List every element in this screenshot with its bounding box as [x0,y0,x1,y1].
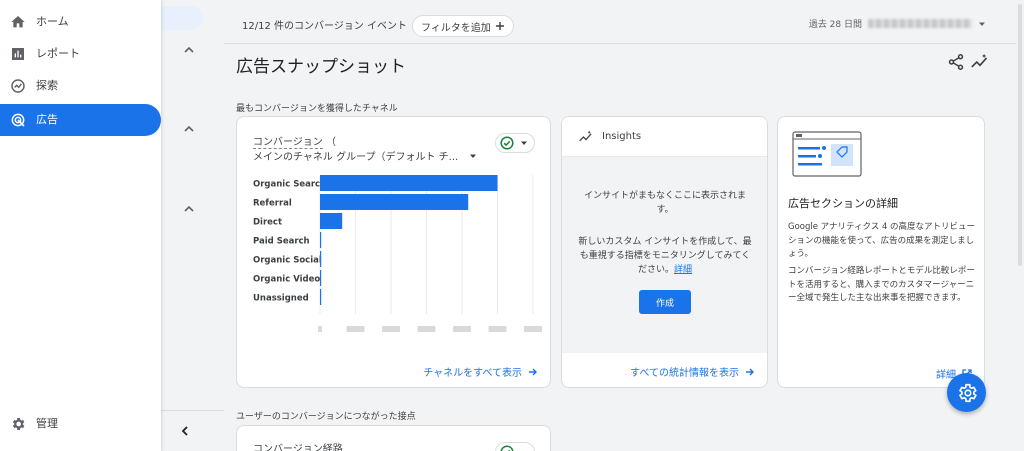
advertising-icon [11,113,25,127]
bar[interactable] [320,251,322,267]
category-label: Direct [253,218,282,228]
ad-section-paragraph-2: コンバージョン経路レポートとモデル比較レポートを活用すると、購入までのカスタマー… [788,266,975,303]
section-label-channels: 最もコンバージョンを獲得したチャネル [236,104,398,114]
insights-title: Insights [602,131,642,142]
divider [161,410,224,411]
share-icon[interactable] [947,53,965,71]
redacted-date-text [868,19,972,28]
secondary-nav-highlight [161,6,203,30]
nav-item-label: ホーム [36,15,69,28]
home-icon [11,16,25,28]
add-filter-button[interactable]: フィルタを追加 [412,15,514,37]
metric-suffix: （ [326,137,336,148]
insights-detail-link[interactable]: 詳細 [674,265,692,275]
collapse-chevron-icon[interactable] [179,425,191,437]
nav-item-label: レポート [36,47,80,60]
nav-item-reports[interactable]: レポート [0,38,161,70]
view-all-insights-label: すべての統計情報を表示 [630,368,739,379]
dropdown-arrow-icon [470,154,477,158]
chart-metric-title[interactable]: コンバージョン （ [253,133,336,149]
category-label: Organic Social [253,256,322,266]
redacted-tick-label [382,326,400,332]
insights-icon [579,130,592,141]
date-range-selector[interactable]: 過去 28 日間 [809,17,986,30]
conversion-path-card: コンバージョン経路 [236,425,551,451]
bar[interactable] [320,213,343,229]
bar[interactable] [320,289,322,305]
gear-icon [12,418,25,430]
ad-section-details-card: 広告セクションの詳細 Google アナリティクス 4 の高度なアトリビューショ… [777,116,985,388]
insights-prompt-text: 新しいカスタム インサイトを作成して、最も重視する指標をモニタリングしてみてくだ… [578,237,752,275]
chevron-up-icon[interactable] [183,123,195,135]
category-label: Organic Search [253,180,326,190]
gear-icon [958,383,977,402]
date-range-label: 過去 28 日間 [808,20,862,30]
arrow-right-icon [746,368,754,375]
data-quality-button[interactable] [495,442,535,451]
category-label: Organic Video [253,275,320,285]
ad-illustration-icon [792,131,862,177]
chevron-up-icon[interactable] [183,44,195,56]
redacted-tick-label [417,326,436,332]
insights-card: Insights インサイトがまもなくここに表示されます。 新しいカスタム イン… [561,116,768,388]
arrow-right-icon [529,368,537,375]
category-label: Referral [253,199,292,209]
chevron-up-icon[interactable] [183,203,195,215]
redacted-tick-label [318,326,322,332]
insights-coming-soon-text: インサイトがまもなくここに表示されます。 [583,191,746,215]
floating-help-button[interactable] [947,373,986,412]
check-circle-icon [500,445,514,451]
chart-dimension-selector[interactable]: メインのチャネル グループ（デフォルト チ... [253,148,477,163]
scrollbar-thumb[interactable] [1018,4,1022,266]
redacted-tick-label [346,326,365,332]
reports-icon [12,48,24,60]
view-all-channels-link[interactable]: チャネルをすべて表示 [423,364,538,379]
view-all-channels-label: チャネルをすべて表示 [423,368,522,379]
nav-item-label: 広告 [36,113,58,126]
dropdown-arrow-icon [979,22,985,26]
nav-item-home[interactable]: ホーム [0,6,161,38]
insights-create-prompt: 新しいカスタム インサイトを作成して、最も重視する指標をモニタリングしてみてくだ… [576,235,754,277]
left-navigation: ホーム レポート 探索 広告 管理 [0,0,161,451]
category-label: Unassigned [253,294,309,304]
conversion-event-selector[interactable]: 12/12 件のコンバージョン イベント [242,17,419,32]
insights-icon[interactable] [970,53,990,71]
explore-icon [11,79,25,93]
insights-header: Insights [562,117,767,157]
redacted-tick-label [524,326,542,332]
ad-section-paragraph-1: Google アナリティクス 4 の高度なアトリビューションの機能を使って、広告… [788,222,976,259]
ad-section-title: 広告セクションの詳細 [788,197,898,210]
insights-body: インサイトがまもなくここに表示されます。 新しいカスタム インサイトを作成して、… [562,157,767,353]
dimension-label: メインのチャネル グループ（デフォルト チ... [253,152,459,163]
check-circle-icon [500,136,514,150]
nav-item-label: 探索 [36,79,58,92]
page-title: 広告スナップショット [236,57,406,77]
secondary-nav-strip [161,0,224,451]
bar[interactable] [320,175,498,191]
conversion-path-title: コンバージョン経路 [253,444,343,451]
data-quality-button[interactable] [495,133,535,153]
conversion-selector-label: 12/12 件のコンバージョン イベント [242,21,407,32]
top-channels-card: コンバージョン （ メインのチャネル グループ（デフォルト チ... Organ… [236,116,551,388]
top-bar: 12/12 件のコンバージョン イベント フィルタを追加 過去 28 日間 [224,0,1024,44]
plus-icon [495,22,504,30]
bar[interactable] [320,232,322,248]
bar[interactable] [320,270,322,286]
channel-bar-chart: Organic Search Referral Direct Paid Search O… [253,175,542,332]
view-all-insights-link[interactable]: すべての統計情報を表示 [630,364,755,379]
section-label-touchpoints: ユーザーのコンバージョンにつながった接点 [236,412,416,422]
scrollbar[interactable] [1016,0,1024,451]
create-insight-button[interactable]: 作成 [639,290,691,314]
nav-item-label: 管理 [36,417,58,430]
nav-item-explore[interactable]: 探索 [0,70,161,102]
nav-item-advertising[interactable]: 広告 [0,104,161,136]
redacted-tick-label [488,326,507,332]
category-label: Paid Search [253,237,310,247]
redacted-tick-label [453,326,471,332]
bar[interactable] [320,194,469,210]
main-content: 12/12 件のコンバージョン イベント フィルタを追加 過去 28 日間 広告… [224,0,1024,451]
nav-item-admin[interactable]: 管理 [0,408,161,440]
add-filter-label: フィルタを追加 [421,22,491,34]
dropdown-arrow-icon [521,141,527,145]
